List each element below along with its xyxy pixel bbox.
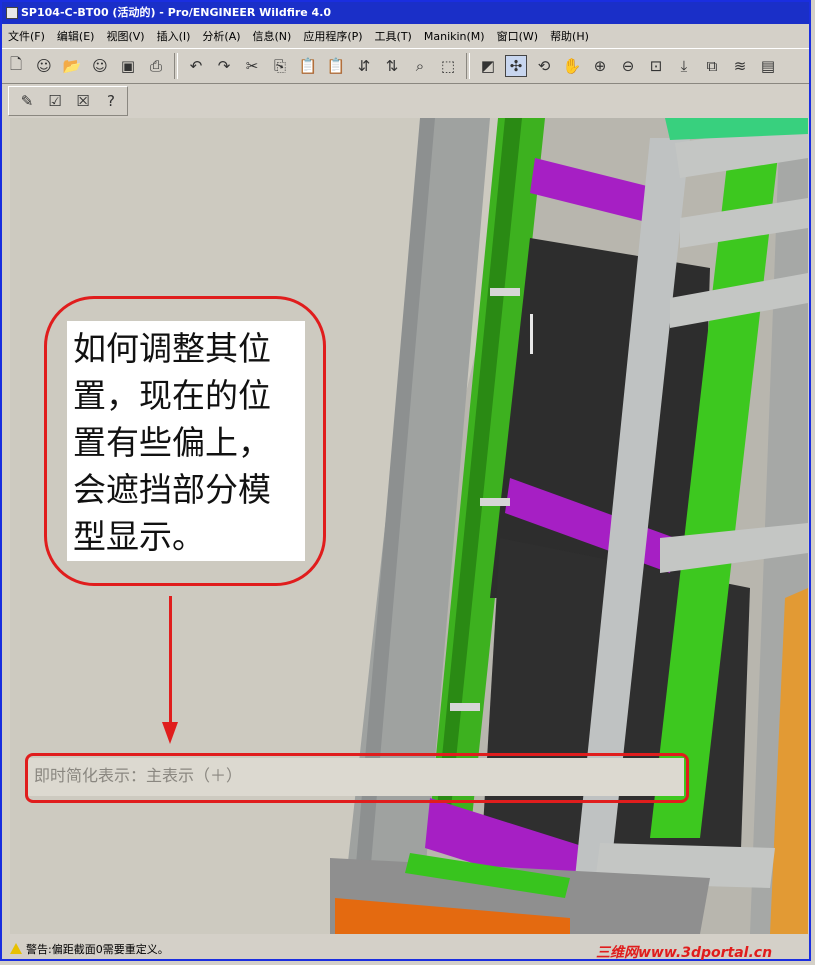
- menu-manikin[interactable]: Manikin(M): [418, 30, 491, 43]
- edit-pencil-icon[interactable]: ✎: [16, 90, 38, 112]
- layers-icon[interactable]: ≋: [729, 55, 751, 77]
- save-icon[interactable]: ▣: [117, 55, 139, 77]
- menu-bar: 文件(F) 编辑(E) 视图(V) 插入(I) 分析(A) 信息(N) 应用程序…: [2, 26, 809, 46]
- repaint-icon[interactable]: ◩: [477, 55, 499, 77]
- pan-icon[interactable]: ✋: [561, 55, 583, 77]
- annotation-arrowhead: [162, 722, 178, 744]
- toolbar-separator: [174, 53, 178, 79]
- warning-icon: [10, 943, 22, 954]
- toolbar-separator: [466, 53, 470, 79]
- refit-icon[interactable]: ⊡: [645, 55, 667, 77]
- whats-this-icon[interactable]: ?: [100, 90, 122, 112]
- menu-edit[interactable]: 编辑(E): [51, 28, 101, 44]
- find-icon[interactable]: ⌕: [409, 55, 431, 77]
- regenerate-icon[interactable]: ⇵: [353, 55, 375, 77]
- new-file-icon[interactable]: 🗋: [5, 55, 27, 77]
- zoom-in-icon[interactable]: ⊕: [589, 55, 611, 77]
- menu-info[interactable]: 信息(N): [247, 28, 298, 44]
- open-folder-icon[interactable]: 📂: [61, 55, 83, 77]
- smiley-icon[interactable]: ☺: [33, 55, 55, 77]
- menu-window[interactable]: 窗口(W): [491, 28, 544, 44]
- menu-help[interactable]: 帮助(H): [544, 28, 595, 44]
- menu-tools[interactable]: 工具(T): [369, 28, 418, 44]
- menu-insert[interactable]: 插入(I): [151, 28, 197, 44]
- saved-views-icon[interactable]: ⧉: [701, 55, 723, 77]
- window-title: SP104-C-BT00 (活动的) - Pro/ENGINEER Wildfi…: [21, 6, 332, 19]
- paste-special-icon[interactable]: 📋: [325, 55, 347, 77]
- menu-applications[interactable]: 应用程序(P): [297, 28, 368, 44]
- zoom-out-icon[interactable]: ⊖: [617, 55, 639, 77]
- view-manager-icon[interactable]: ▤: [757, 55, 779, 77]
- reorient-icon[interactable]: ⤓: [673, 55, 695, 77]
- annotation-text: 如何调整其位置，现在的位置有些偏上，会遮挡部分模型显示。: [67, 321, 305, 561]
- annotation-arrow: [169, 596, 172, 726]
- cancel-icon[interactable]: ☒: [72, 90, 94, 112]
- main-toolbar: 🗋 ☺ 📂 ☺ ▣ ⎙ ↶ ↷ ✂ ⎘ 📋 📋 ⇵ ⇅ ⌕ ⬚ ◩ ✣ ⟲ ✋ …: [2, 48, 809, 84]
- rep-highlight-frame: [25, 753, 689, 803]
- watermark-text: 三维网www.3dportal.cn: [596, 945, 773, 961]
- title-bar[interactable]: SP104-C-BT00 (活动的) - Pro/ENGINEER Wildfi…: [2, 2, 809, 24]
- menu-file[interactable]: 文件(F): [2, 28, 51, 44]
- select-box-icon[interactable]: ⬚: [437, 55, 459, 77]
- secondary-toolbar: ✎ ☑ ☒ ?: [8, 86, 128, 116]
- menu-view[interactable]: 视图(V): [100, 28, 150, 44]
- paste-icon[interactable]: 📋: [297, 55, 319, 77]
- status-message: 警告:偏距截面0需要重定义。: [26, 942, 169, 956]
- accept-icon[interactable]: ☑: [44, 90, 66, 112]
- undo-icon[interactable]: ↶: [185, 55, 207, 77]
- regenerate-manager-icon[interactable]: ⇅: [381, 55, 403, 77]
- print-icon[interactable]: ⎙: [145, 55, 167, 77]
- smiley-icon[interactable]: ☺: [89, 55, 111, 77]
- cut-icon[interactable]: ✂: [241, 55, 263, 77]
- copy-icon[interactable]: ⎘: [269, 55, 291, 77]
- app-icon: [6, 7, 18, 19]
- menu-analysis[interactable]: 分析(A): [196, 28, 246, 44]
- spin-center-icon[interactable]: ✣: [505, 55, 527, 77]
- orient-icon[interactable]: ⟲: [533, 55, 555, 77]
- annotation-bubble: 如何调整其位置，现在的位置有些偏上，会遮挡部分模型显示。: [44, 296, 326, 586]
- redo-icon[interactable]: ↷: [213, 55, 235, 77]
